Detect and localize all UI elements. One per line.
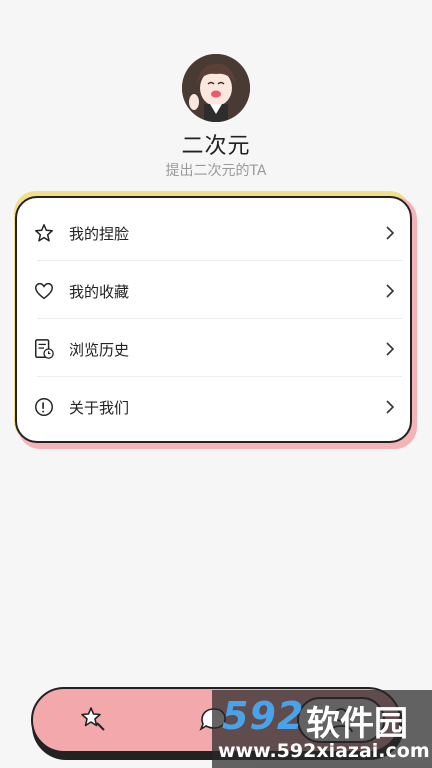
menu-item-about[interactable]: 关于我们 bbox=[31, 378, 401, 436]
profile-name: 二次元 bbox=[181, 134, 251, 159]
chevron-right-icon bbox=[386, 342, 395, 356]
watermark-brand-cn: 软件园 bbox=[306, 704, 408, 744]
menu-item-my-faces[interactable]: 我的捏脸 bbox=[31, 204, 401, 262]
chevron-right-icon bbox=[386, 284, 395, 298]
menu-item-label: 我的收藏 bbox=[69, 282, 130, 301]
menu-item-favorites[interactable]: 我的收藏 bbox=[31, 262, 401, 320]
star-wand-icon[interactable] bbox=[78, 704, 108, 734]
divider bbox=[37, 318, 402, 319]
watermark-url: www.592xiazai.com bbox=[218, 740, 430, 762]
divider bbox=[37, 260, 402, 261]
menu-item-history[interactable]: 浏览历史 bbox=[31, 320, 401, 378]
history-icon bbox=[35, 339, 54, 359]
menu-item-label: 我的捏脸 bbox=[69, 224, 130, 243]
watermark-brand: 592 bbox=[222, 694, 305, 738]
info-icon bbox=[35, 398, 53, 416]
menu-card: 我的捏脸 我的收藏 浏览历史 关于我们 bbox=[15, 196, 412, 443]
chevron-right-icon bbox=[386, 400, 395, 414]
avatar[interactable] bbox=[182, 54, 250, 122]
heart-icon bbox=[35, 282, 53, 300]
star-icon bbox=[35, 224, 53, 242]
menu-item-label: 浏览历史 bbox=[69, 340, 130, 359]
divider bbox=[37, 376, 402, 377]
menu-item-label: 关于我们 bbox=[69, 398, 130, 417]
chevron-right-icon bbox=[386, 226, 395, 240]
profile-subtitle: 提出二次元的TA bbox=[165, 163, 267, 179]
